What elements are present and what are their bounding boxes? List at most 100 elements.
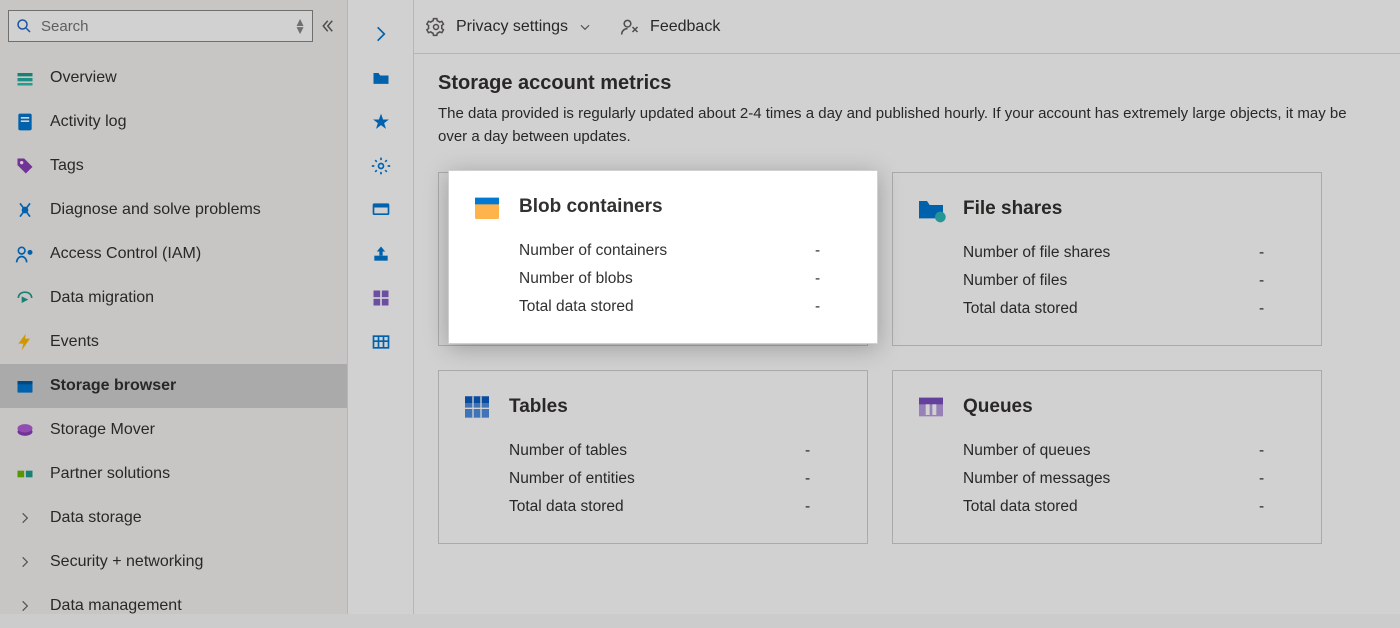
sidebar-item-label: Overview (50, 69, 117, 87)
star-icon[interactable] (371, 112, 391, 132)
sidebar-item-partner-solutions[interactable]: Partner solutions (0, 452, 347, 496)
tags-icon (14, 156, 36, 176)
sidebar-item-data-management[interactable]: Data management (0, 584, 347, 628)
card-tables[interactable]: Tables Number of tables - Number of entit… (438, 370, 868, 544)
sidebar-item-storage-browser[interactable]: Storage browser (0, 364, 347, 408)
sort-icon[interactable]: ▲▼ (294, 18, 306, 34)
queues-icon (915, 391, 947, 423)
sidebar-item-label: Access Control (IAM) (50, 245, 201, 263)
storage-icon (14, 68, 36, 88)
metric-label: Number of messages (963, 470, 1110, 488)
card-queues[interactable]: Queues Number of queues - Number of messa… (892, 370, 1322, 544)
grid-purple-icon[interactable] (371, 288, 391, 308)
collapse-sidebar-icon[interactable] (321, 17, 339, 35)
metric-label: Total data stored (519, 298, 634, 316)
sidebar-item-label: Storage browser (50, 377, 176, 395)
metric-value: - (1259, 300, 1299, 318)
monitor-icon[interactable] (371, 200, 391, 220)
sidebar-item-security-networking[interactable]: Security + networking (0, 540, 347, 584)
metric-label: Total data stored (509, 498, 624, 516)
access-control-icon (14, 244, 36, 264)
gear-icon[interactable] (371, 156, 391, 176)
chevron-right-icon (14, 511, 36, 525)
metric-label: Number of containers (519, 242, 667, 260)
sidebar-item-label: Security + networking (50, 553, 203, 571)
metric-value: - (805, 470, 845, 488)
metric-label: Number of entities (509, 470, 635, 488)
sidebar-item-activity-log[interactable]: Activity log (0, 100, 347, 144)
chevron-down-icon (578, 20, 592, 34)
upload-icon[interactable] (371, 244, 391, 264)
diagnose-icon (14, 200, 36, 220)
toolbar-label: Feedback (650, 18, 720, 36)
gear-icon (426, 17, 446, 37)
page-description: The data provided is regularly updated a… (438, 103, 1376, 148)
metric-value: - (1259, 442, 1299, 460)
toolbar: Privacy settings Feedback (414, 0, 1400, 54)
sidebar-item-data-storage[interactable]: Data storage (0, 496, 347, 540)
feedback-icon (620, 17, 640, 37)
metric-label: Number of blobs (519, 270, 633, 288)
metric-value: - (1259, 272, 1299, 290)
card-title: File shares (963, 198, 1062, 220)
card-title: Queues (963, 396, 1033, 418)
toolbar-label: Privacy settings (456, 18, 568, 36)
table-blue-icon[interactable] (371, 332, 391, 352)
sidebar-item-tags[interactable]: Tags (0, 144, 347, 188)
privacy-settings-button[interactable]: Privacy settings (426, 17, 592, 37)
sidebar-item-label: Storage Mover (50, 421, 155, 439)
chevron-right-icon (14, 599, 36, 613)
sidebar-item-label: Tags (50, 157, 84, 175)
sidebar-item-label: Data storage (50, 509, 142, 527)
metric-label: Total data stored (963, 300, 1078, 318)
sidebar-item-data-migration[interactable]: Data migration (0, 276, 347, 320)
chevron-right-icon (14, 555, 36, 569)
metric-value: - (815, 270, 855, 288)
metric-value: - (815, 298, 855, 316)
sidebar-nav: Overview Activity log Tags Diagnose and … (0, 52, 347, 628)
page-title: Storage account metrics (438, 72, 1376, 95)
sidebar-item-access-control[interactable]: Access Control (IAM) (0, 232, 347, 276)
sidebar-item-label: Data migration (50, 289, 154, 307)
card-blob-containers-highlight[interactable]: Blob containers Number of containers - Nu… (448, 170, 878, 344)
events-icon (14, 332, 36, 352)
metric-label: Number of file shares (963, 244, 1110, 262)
card-title: Tables (509, 396, 568, 418)
metric-value: - (1259, 470, 1299, 488)
sidebar-item-label: Activity log (50, 113, 126, 131)
metric-label: Number of files (963, 272, 1067, 290)
folder-icon[interactable] (371, 68, 391, 88)
browser-icon (14, 376, 36, 396)
sidebar-item-label: Partner solutions (50, 465, 170, 483)
metric-label: Number of tables (509, 442, 627, 460)
metric-value: - (805, 442, 845, 460)
file-shares-icon (915, 193, 947, 225)
nav-rail (348, 0, 414, 614)
sidebar-item-label: Data management (50, 597, 182, 615)
metric-label: Number of queues (963, 442, 1091, 460)
card-file-shares[interactable]: File shares Number of file shares - Numbe… (892, 172, 1322, 346)
expand-rail-icon[interactable] (371, 24, 391, 44)
sidebar-item-storage-mover[interactable]: Storage Mover (0, 408, 347, 452)
search-icon (15, 17, 33, 35)
migration-icon (14, 288, 36, 308)
card-title: Blob containers (519, 196, 663, 218)
partner-icon (14, 464, 36, 484)
search-input[interactable] (33, 18, 294, 35)
sidebar: ▲▼ Overview Activity log Tags Diagnose a… (0, 0, 348, 614)
sidebar-item-label: Events (50, 333, 99, 351)
metric-value: - (815, 242, 855, 260)
sidebar-item-label: Diagnose and solve problems (50, 201, 261, 219)
sidebar-item-events[interactable]: Events (0, 320, 347, 364)
search-box[interactable]: ▲▼ (8, 10, 313, 42)
metric-label: Total data stored (963, 498, 1078, 516)
metric-value: - (1259, 498, 1299, 516)
log-icon (14, 112, 36, 132)
metric-value: - (805, 498, 845, 516)
sidebar-item-overview[interactable]: Overview (0, 56, 347, 100)
blob-icon (471, 191, 503, 223)
metric-value: - (1259, 244, 1299, 262)
mover-icon (14, 420, 36, 440)
feedback-button[interactable]: Feedback (620, 17, 720, 37)
sidebar-item-diagnose[interactable]: Diagnose and solve problems (0, 188, 347, 232)
